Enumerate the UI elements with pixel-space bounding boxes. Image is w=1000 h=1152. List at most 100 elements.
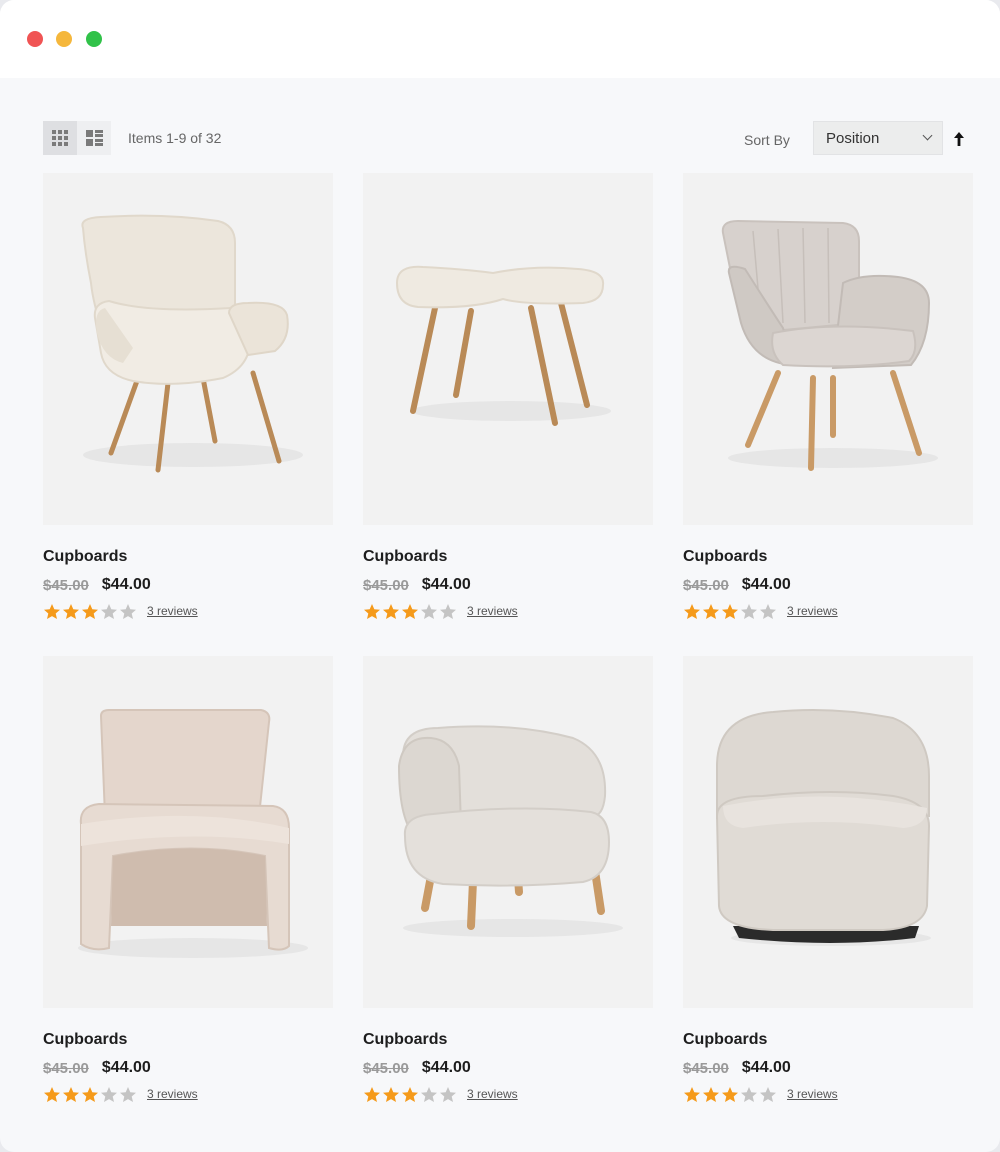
rating-stars [363, 603, 458, 620]
old-price: $45.00 [363, 576, 409, 594]
product-prices: $45.00 $44.00 [683, 575, 973, 595]
current-price: $44.00 [741, 576, 791, 593]
maximize-window-button[interactable] [86, 31, 102, 47]
product-image[interactable] [363, 656, 653, 1008]
footstool-image [395, 265, 611, 426]
product-name[interactable]: Cupboards [363, 548, 653, 568]
product-name[interactable]: Cupboards [683, 1031, 973, 1051]
star-empty-icon [760, 1086, 776, 1102]
star-filled-icon [82, 603, 98, 619]
rating-stars [683, 1086, 778, 1103]
list-view-button[interactable] [77, 121, 111, 155]
browser-window: Items 1-9 of 32 Sort By Position Cupboar… [0, 0, 1000, 1152]
star-filled-icon [722, 1086, 738, 1102]
reviews-link[interactable]: 3 reviews [787, 1087, 838, 1101]
reviews-link[interactable]: 3 reviews [147, 1087, 198, 1101]
star-filled-icon [44, 1086, 60, 1102]
reviews-link[interactable]: 3 reviews [147, 604, 198, 618]
star-filled-icon [82, 1086, 98, 1102]
product-rating: 3 reviews [363, 601, 653, 621]
product-image[interactable] [683, 173, 973, 525]
star-filled-icon [684, 603, 700, 619]
star-filled-icon [364, 1086, 380, 1102]
current-price: $44.00 [101, 576, 151, 593]
star-filled-icon [402, 1086, 418, 1102]
old-price: $45.00 [683, 576, 729, 594]
product-toolbar: Items 1-9 of 32 Sort By Position [43, 121, 973, 157]
product-prices: $45.00 $44.00 [363, 575, 653, 595]
rating-stars [683, 603, 778, 620]
star-filled-icon [703, 1086, 719, 1102]
title-bar [0, 0, 1000, 78]
star-filled-icon [63, 1086, 79, 1102]
grid-view-button[interactable] [43, 121, 77, 155]
product-image[interactable] [43, 173, 333, 525]
product-card[interactable]: Cupboards $45.00 $44.00 3 reviews [683, 173, 973, 621]
product-card[interactable]: Cupboards $45.00 $44.00 3 reviews [683, 656, 973, 1104]
list-view-icon [85, 130, 103, 146]
product-name[interactable]: Cupboards [43, 1031, 333, 1051]
star-filled-icon [402, 603, 418, 619]
product-image[interactable] [43, 656, 333, 1008]
product-name[interactable]: Cupboards [683, 548, 973, 568]
old-price: $45.00 [43, 576, 89, 594]
chevron-down-icon [922, 130, 933, 141]
product-rating: 3 reviews [683, 1084, 973, 1104]
product-image[interactable] [683, 656, 973, 1008]
sort-select[interactable]: Position [813, 121, 943, 155]
star-filled-icon [722, 603, 738, 619]
star-filled-icon [383, 603, 399, 619]
product-rating: 3 reviews [363, 1084, 653, 1104]
product-name[interactable]: Cupboards [43, 548, 333, 568]
old-price: $45.00 [683, 1059, 729, 1077]
rating-stars [43, 603, 138, 620]
product-card[interactable]: Cupboards $45.00 $44.00 3 reviews [43, 173, 333, 621]
slipper-chair-image [78, 709, 308, 958]
star-filled-icon [364, 603, 380, 619]
product-card[interactable]: Cupboards $45.00 $44.00 3 reviews [363, 656, 653, 1104]
old-price: $45.00 [363, 1059, 409, 1077]
product-rating: 3 reviews [43, 1084, 333, 1104]
product-name[interactable]: Cupboards [363, 1031, 653, 1051]
reviews-link[interactable]: 3 reviews [467, 1087, 518, 1101]
items-count: Items 1-9 of 32 [128, 130, 222, 146]
product-prices: $45.00 $44.00 [43, 1058, 333, 1078]
close-window-button[interactable] [27, 31, 43, 47]
star-filled-icon [63, 603, 79, 619]
star-empty-icon [120, 1086, 136, 1102]
product-card[interactable]: Cupboards $45.00 $44.00 3 reviews [43, 656, 333, 1104]
current-price: $44.00 [741, 1059, 791, 1076]
rating-stars [43, 1086, 138, 1103]
star-filled-icon [44, 603, 60, 619]
product-prices: $45.00 $44.00 [43, 575, 333, 595]
product-prices: $45.00 $44.00 [363, 1058, 653, 1078]
product-rating: 3 reviews [683, 601, 973, 621]
reviews-link[interactable]: 3 reviews [467, 604, 518, 618]
old-price: $45.00 [43, 1059, 89, 1077]
star-filled-icon [383, 1086, 399, 1102]
sort-select-value: Position [826, 129, 880, 147]
product-image[interactable] [363, 173, 653, 525]
star-empty-icon [421, 603, 437, 619]
star-filled-icon [684, 1086, 700, 1102]
armchair-image [721, 219, 938, 471]
star-empty-icon [421, 1086, 437, 1102]
product-rating: 3 reviews [43, 601, 333, 621]
product-card[interactable]: Cupboards $45.00 $44.00 3 reviews [363, 173, 653, 626]
star-empty-icon [741, 603, 757, 619]
sort-by-label: Sort By [744, 132, 790, 148]
current-price: $44.00 [101, 1059, 151, 1076]
barrel-chair-image [397, 725, 623, 937]
rating-stars [363, 1086, 458, 1103]
wingback-chair-image [81, 214, 303, 473]
minimize-window-button[interactable] [56, 31, 72, 47]
current-price: $44.00 [421, 1059, 471, 1076]
sort-direction-icon[interactable] [952, 131, 966, 147]
star-empty-icon [440, 1086, 456, 1102]
star-empty-icon [101, 603, 117, 619]
star-empty-icon [741, 1086, 757, 1102]
star-filled-icon [703, 603, 719, 619]
star-empty-icon [120, 603, 136, 619]
reviews-link[interactable]: 3 reviews [787, 604, 838, 618]
star-empty-icon [760, 603, 776, 619]
